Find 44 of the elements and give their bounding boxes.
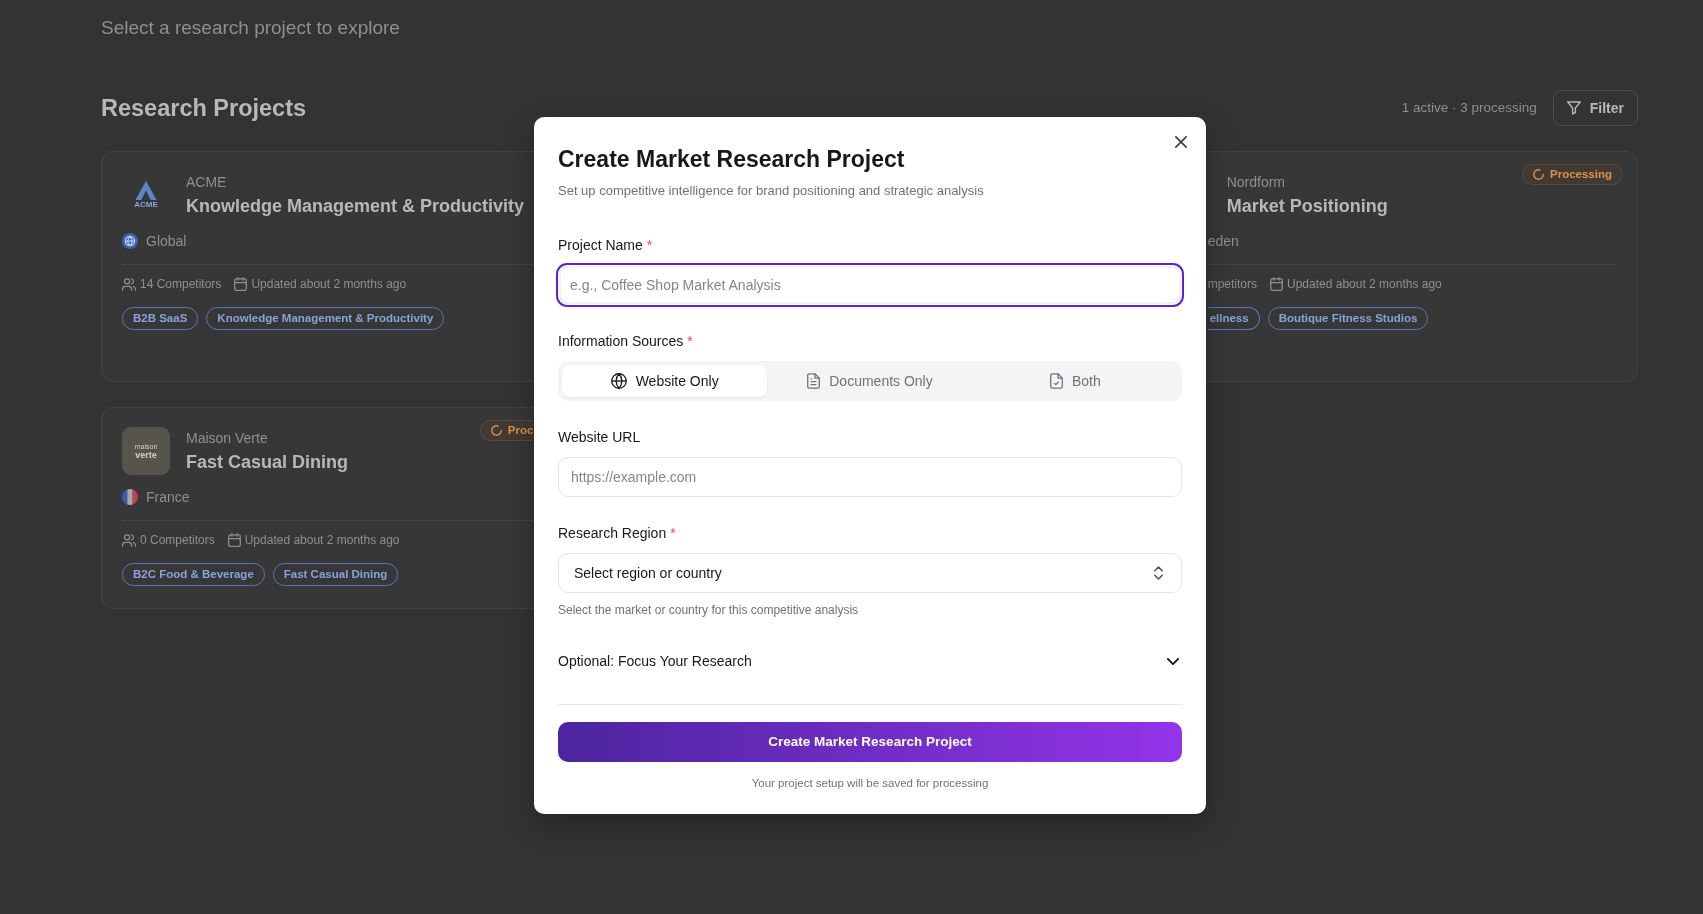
globe-icon	[122, 233, 138, 249]
region-name: France	[146, 487, 190, 507]
project-title: Knowledge Management & Productivity	[186, 195, 525, 218]
region-name: Global	[146, 231, 187, 251]
status-text: Proc	[507, 422, 534, 438]
page-subtitle: Select a research project to explore	[101, 16, 401, 40]
updated-time: Updated about 2 months ago	[251, 276, 407, 292]
document-icon	[807, 373, 821, 389]
input-field[interactable]: e.g., Coffee Shop Market Analysis	[556, 263, 1184, 307]
footnote-text: Your project setup will be saved for processing	[750, 776, 990, 791]
calendar-icon	[227, 533, 241, 547]
filter-icon	[1566, 101, 1581, 115]
filter-button[interactable]: Filter	[1552, 90, 1638, 126]
spinner-icon	[1533, 169, 1544, 180]
calendar-icon	[1270, 277, 1283, 291]
project-title: Market Positioning	[1226, 195, 1388, 218]
flag-icon	[122, 489, 138, 505]
updated-time: Updated about 2 months ago	[1287, 276, 1442, 292]
segment-tab[interactable]: Documents Only	[767, 365, 973, 397]
close-icon[interactable]	[1175, 136, 1187, 148]
project-summary: 1 active · 3 processing	[1401, 98, 1537, 117]
chevron-updown-icon	[1154, 566, 1163, 580]
globe-icon	[610, 373, 627, 389]
updated-time: Updated about 2 months ago	[244, 532, 400, 548]
document-check-icon	[1049, 373, 1063, 389]
brand-name: ACME	[186, 173, 228, 192]
brand-name: Maison Verte	[186, 429, 269, 448]
status-text: Processing	[1550, 166, 1612, 182]
competitors-count: 0 Competitors	[140, 532, 215, 548]
segment-tab[interactable]: Website Only	[562, 365, 768, 397]
users-icon	[122, 277, 136, 291]
select-field[interactable]: Select region or country	[558, 553, 1182, 593]
section-heading: Research Projects	[101, 94, 307, 123]
competitors-count: 14 Competitors	[140, 276, 222, 292]
section-toggle[interactable]: Optional: Focus Your Research	[558, 651, 1182, 671]
company-logo: ACME	[122, 171, 170, 219]
region-name: eden	[1207, 231, 1239, 251]
spinner-icon	[490, 425, 502, 436]
project-title: Fast Casual Dining	[186, 451, 349, 474]
brand-name: Nordform	[1226, 173, 1286, 192]
submit-button[interactable]: Create Market Research Project	[558, 722, 1182, 762]
competitors-count: mpetitors	[1207, 276, 1257, 292]
users-icon	[122, 533, 136, 547]
calendar-icon	[234, 277, 248, 291]
